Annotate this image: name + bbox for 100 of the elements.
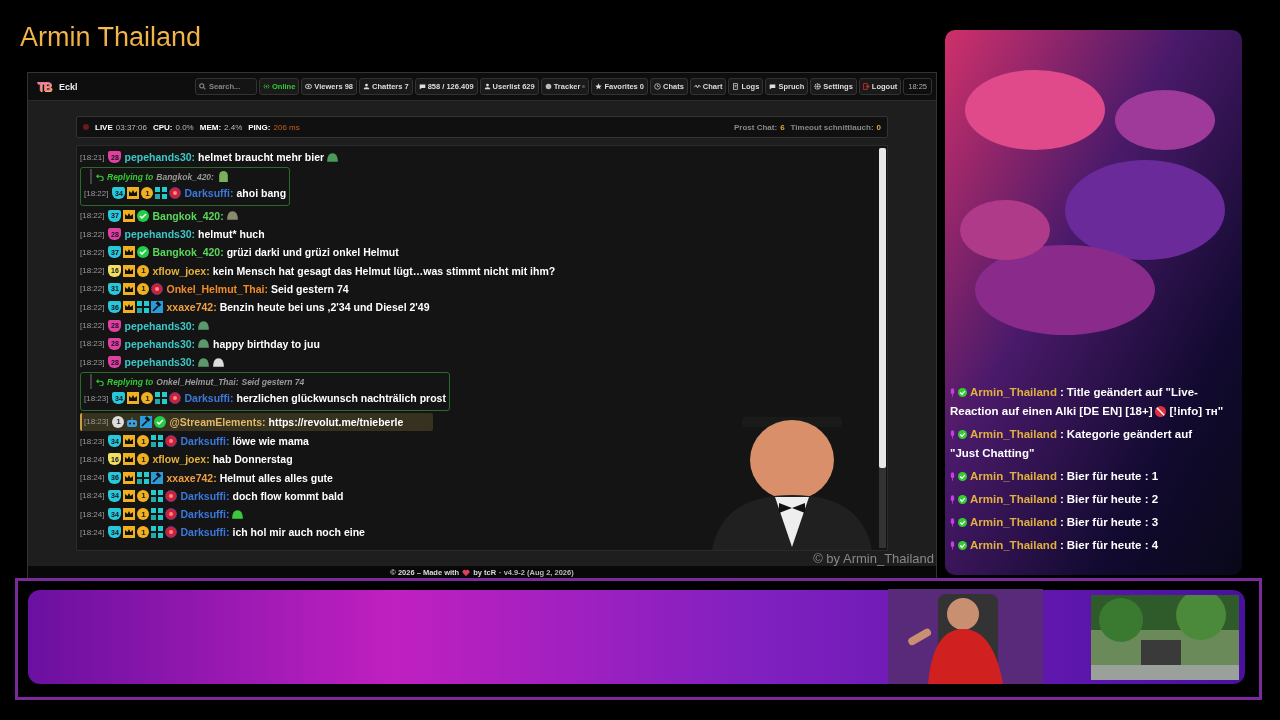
status-label: MEM: (199, 122, 222, 132)
message-text: ahoi bang (236, 187, 287, 200)
crown-icon (123, 508, 136, 521)
reply-text: Seid gestern 74 (241, 376, 305, 387)
username[interactable]: xflow_joex: (152, 453, 210, 466)
reply-icon (96, 172, 104, 181)
grid-icon (151, 526, 164, 539)
message-text: Helmut alles alles gute (219, 471, 333, 484)
status-label: LIVE (95, 122, 113, 132)
status-label: Timeout schnittlauch: (790, 122, 874, 132)
crown-icon (123, 471, 136, 484)
message-text: https://revolut.me/tnieberle (268, 415, 404, 428)
message-text: herzlichen glückwunsch nachträlich prost (236, 392, 446, 405)
username[interactable]: xflow_joex: (152, 264, 210, 277)
message-time: [18:24] (80, 509, 105, 519)
message-time: [18:24] (80, 473, 105, 483)
username[interactable]: Darksuffi: (180, 526, 230, 539)
status-value: 2.4% (224, 122, 243, 132)
crown-icon (123, 435, 136, 447)
microphone-icon (950, 518, 955, 527)
message-time: [18:22] (80, 266, 105, 276)
coin-badge: 1 (141, 187, 154, 200)
event-separator: : (1059, 427, 1064, 442)
tier-badge: 1 (112, 415, 125, 428)
verified-icon (137, 246, 150, 259)
message-text: Benzin heute bei uns ,2'34 und Diesel 2'49 (219, 301, 430, 314)
message-time: [18:22] (80, 302, 105, 312)
username[interactable]: pepehands30: (124, 337, 196, 350)
username[interactable]: Darksuffi: (184, 187, 234, 200)
document-icon (732, 83, 740, 90)
message-time: [18:24] (80, 454, 105, 464)
username[interactable]: pepehands30: (124, 319, 196, 332)
message-time: [18:24] (80, 491, 105, 501)
coin-badge: 1 (137, 435, 150, 447)
username[interactable]: pepehands30: (124, 356, 196, 369)
username[interactable]: Bangkok_420: (152, 246, 224, 259)
message-time: [18:22] (80, 211, 105, 221)
username[interactable]: pepehands30: (124, 228, 196, 241)
settings-icon (814, 83, 822, 90)
crown-icon (127, 187, 140, 200)
crown-icon (123, 246, 136, 259)
grid-icon (137, 471, 150, 484)
dot-icon (582, 85, 586, 88)
coin-badge: 1 (137, 526, 150, 539)
username[interactable]: xxaxe742: (166, 301, 217, 314)
reply-label: Replying to (107, 376, 154, 387)
username[interactable]: Darksuffi: (180, 435, 230, 447)
star-icon (595, 83, 603, 90)
username[interactable]: @StreamElements: (169, 415, 266, 428)
heart-icon (462, 569, 471, 576)
coin-badge: 1 (137, 264, 150, 277)
coin-badge: 1 (137, 489, 150, 502)
globe-icon (165, 526, 178, 539)
message-time: [18:21] (80, 152, 105, 162)
signal-icon (263, 83, 270, 90)
line-chart-icon (693, 83, 701, 90)
speech-bubble-icon (769, 83, 777, 90)
event-user: Armin_Thailand (970, 515, 1057, 530)
message-time: [18:23] (84, 393, 109, 403)
message-time: [18:23] (80, 357, 105, 367)
username[interactable]: Darksuffi: (180, 489, 230, 502)
clock-icon (654, 83, 661, 90)
event-user: Armin_Thailand (970, 538, 1057, 553)
message-text: happy birthday to juu (213, 337, 320, 350)
crown-icon (123, 301, 136, 314)
message-text: hab Donnerstag (212, 453, 293, 466)
coin-badge: 1 (141, 392, 154, 405)
event-separator: : (1059, 538, 1064, 553)
username[interactable]: Onkel_Helmut_Thai: (166, 282, 268, 295)
circle-icon (544, 83, 552, 90)
grid-icon (151, 489, 164, 502)
reply-label: Replying to (107, 171, 154, 182)
event-text: "Just Chatting" (950, 446, 1035, 461)
username[interactable]: xxaxe742: (166, 471, 217, 484)
grid-icon (151, 508, 164, 521)
check-icon (958, 495, 967, 504)
crown-icon (127, 392, 140, 405)
globe-icon (169, 187, 182, 200)
event-user: Armin_Thailand (970, 492, 1057, 507)
status-value: 206 ms (273, 122, 300, 132)
username[interactable]: Bangkok_420: (152, 209, 224, 222)
username[interactable]: Darksuffi: (180, 508, 230, 521)
grid-icon (137, 301, 150, 314)
check-icon (958, 430, 967, 439)
message-time: [18:22] (80, 321, 105, 330)
scrollbar[interactable] (879, 148, 886, 548)
username[interactable]: Darksuffi: (184, 392, 234, 405)
grid-icon (155, 392, 168, 405)
reply-icon (96, 377, 104, 386)
message-text: grüzi darki und grüzi onkel Helmut (226, 246, 399, 259)
username[interactable]: pepehands30: (124, 151, 196, 164)
eye-icon (305, 83, 313, 90)
status-value: 6 (780, 122, 785, 132)
logo: TB (37, 79, 51, 94)
event-text: Title geändert auf "Live- (1066, 385, 1198, 400)
status-value: 0.0% (175, 122, 194, 132)
message-text: Seid gestern 74 (271, 282, 349, 295)
event-separator: : (1059, 492, 1064, 507)
event-text: Bier für heute : 1 (1066, 469, 1159, 484)
reply-user: Onkel_Helmut_Thai: (156, 376, 239, 387)
